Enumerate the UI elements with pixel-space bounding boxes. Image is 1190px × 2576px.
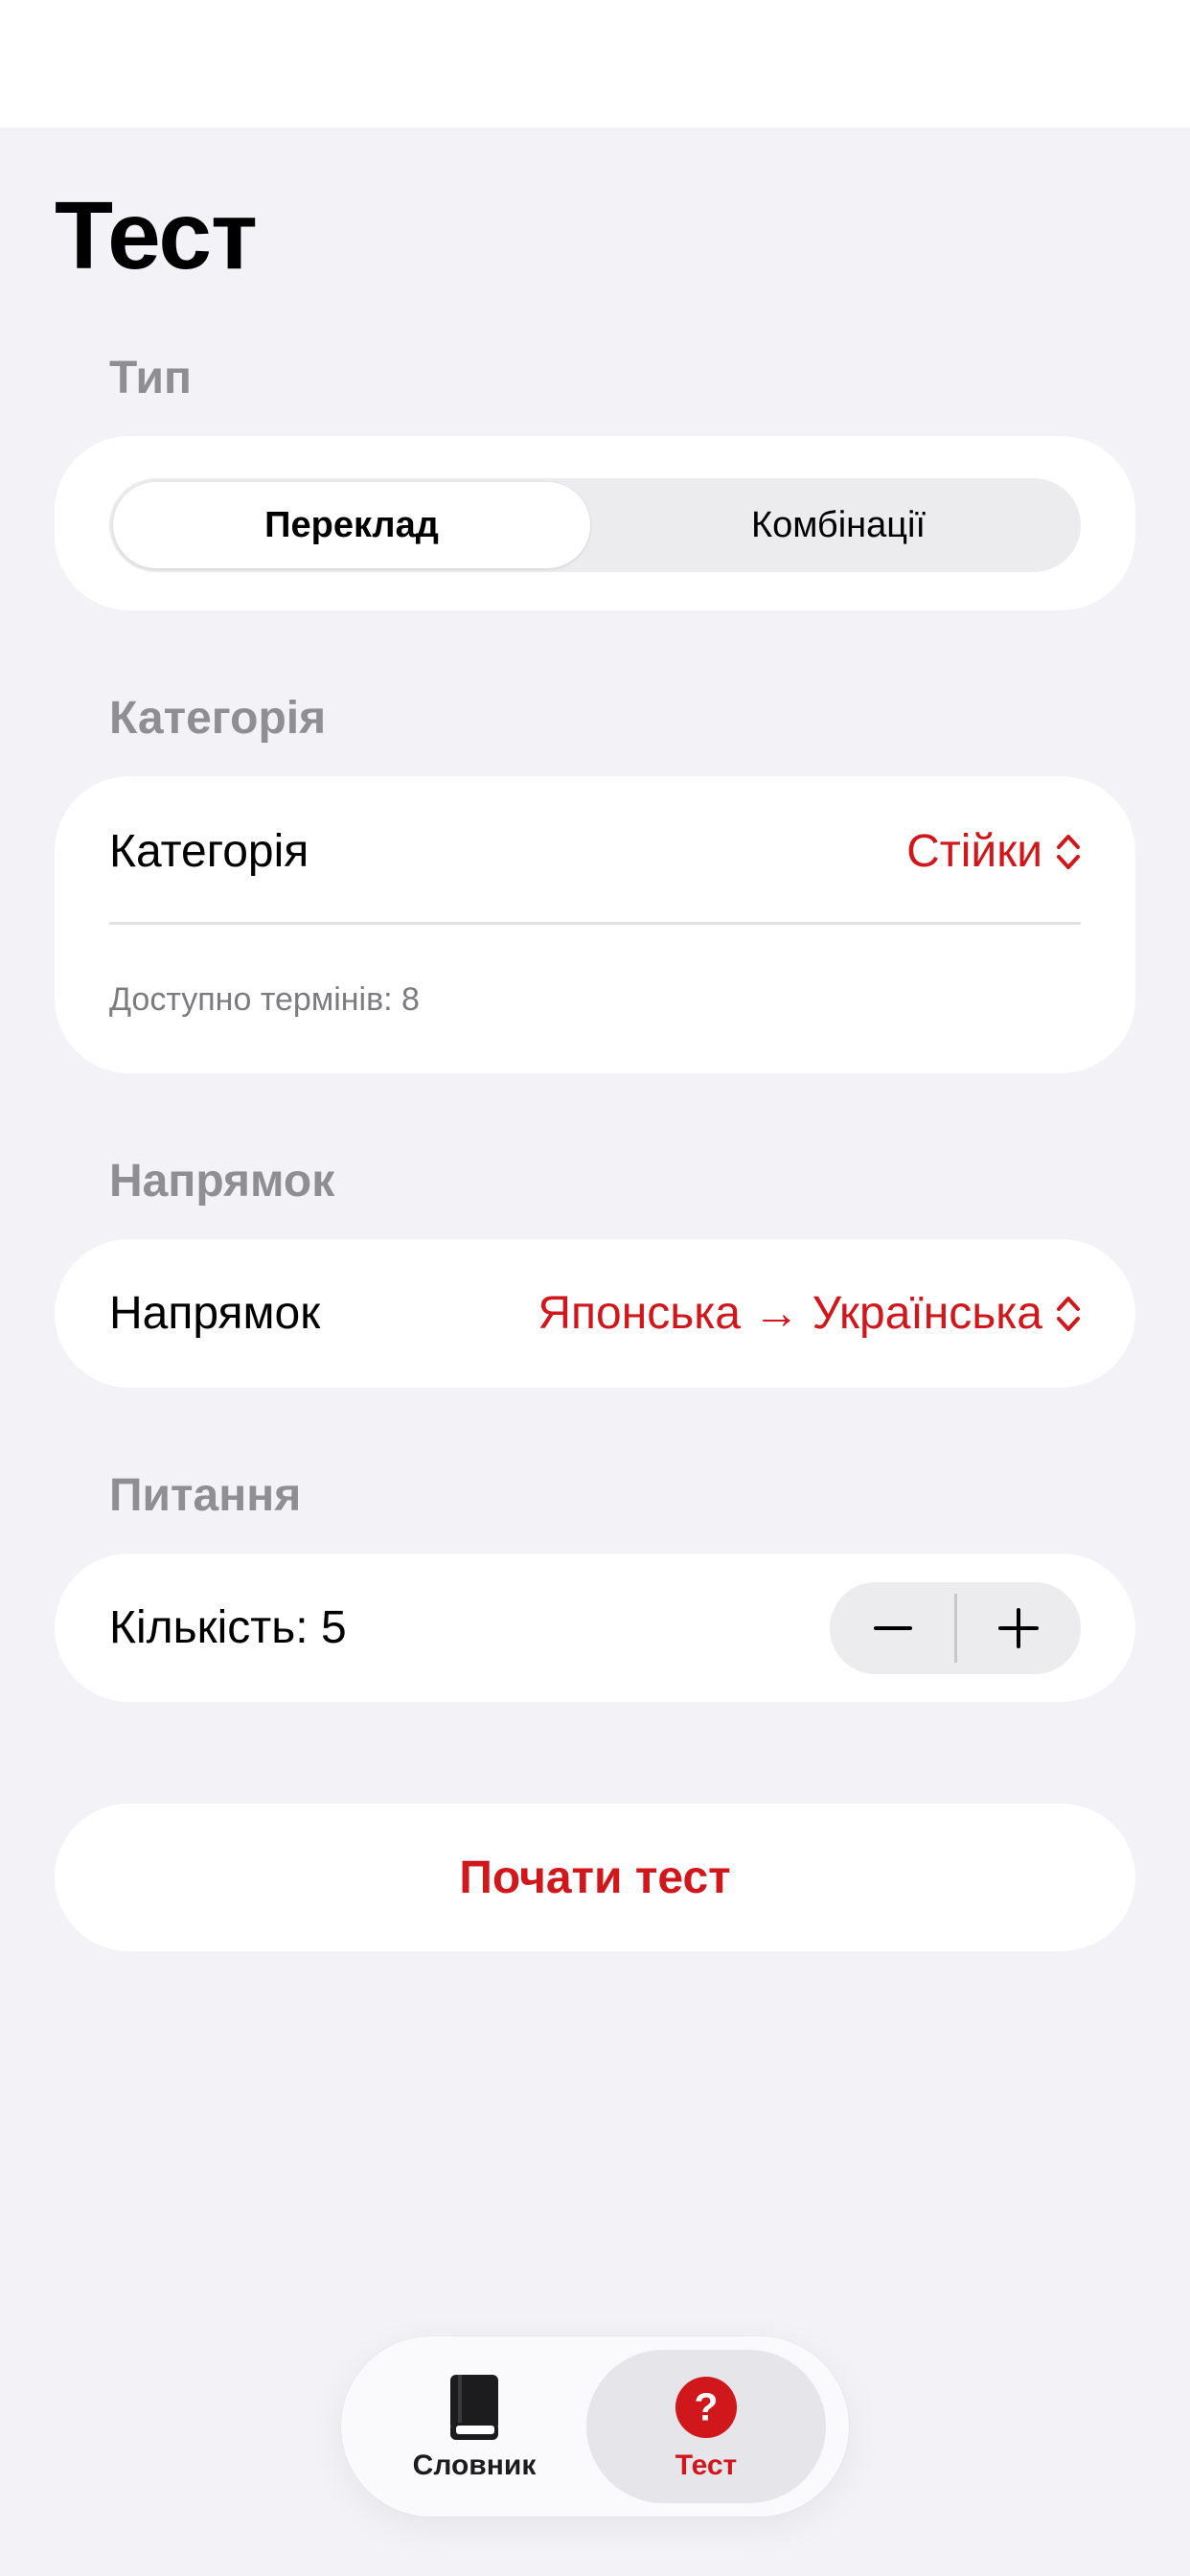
direction-section-header: Напрямок — [109, 1156, 335, 1207]
available-terms-count: Доступно термінів: 8 — [109, 981, 420, 1018]
tab-test-label: Тест — [675, 2450, 738, 2481]
category-picker-value: Стійки — [906, 826, 1042, 877]
segment-translation[interactable]: Переклад — [113, 482, 590, 568]
question-circle-icon: ? — [675, 2373, 738, 2442]
questions-card: Кількість: 5 — [55, 1553, 1135, 1702]
tab-test[interactable]: ? Тест — [586, 2350, 826, 2503]
plus-icon — [997, 1608, 1039, 1648]
direction-picker-value: Японська → Українська — [538, 1288, 1042, 1339]
question-count-stepper — [830, 1582, 1081, 1674]
decrement-button[interactable] — [830, 1582, 955, 1674]
category-section-header: Категорія — [109, 693, 327, 744]
category-row-label: Категорія — [109, 826, 309, 877]
type-section-header: Тип — [109, 353, 192, 403]
status-bar — [0, 0, 1190, 127]
start-test-button[interactable]: Почати тест — [55, 1804, 1135, 1951]
category-picker[interactable]: Стійки — [906, 829, 1081, 875]
direction-row-label: Напрямок — [109, 1288, 321, 1339]
test-type-segmented-control: Переклад Комбінації — [109, 478, 1081, 572]
category-divider — [109, 922, 1081, 925]
questions-section-header: Питання — [109, 1470, 302, 1521]
tab-dictionary-label: Словник — [412, 2450, 537, 2481]
type-card: Переклад Комбінації — [55, 436, 1135, 610]
chevron-up-down-icon — [1057, 835, 1080, 869]
minus-icon — [873, 1626, 912, 1630]
start-test-label: Почати тест — [459, 1852, 731, 1903]
tab-dictionary[interactable]: Словник — [355, 2350, 594, 2503]
svg-text:?: ? — [695, 2385, 719, 2429]
direction-picker[interactable]: Японська → Українська — [538, 1291, 1081, 1337]
direction-card: Напрямок Японська → Українська — [55, 1239, 1135, 1388]
segment-combinations[interactable]: Комбінації — [600, 482, 1077, 568]
category-card: Категорія Стійки Доступно термінів: 8 — [55, 776, 1135, 1073]
increment-button[interactable] — [955, 1582, 1081, 1674]
tab-bar: Словник ? Тест — [341, 2336, 849, 2517]
page-title: Тест — [55, 182, 258, 289]
chevron-up-down-icon — [1057, 1297, 1080, 1331]
question-count-label: Кількість: 5 — [109, 1602, 347, 1653]
book-icon — [443, 2373, 506, 2442]
